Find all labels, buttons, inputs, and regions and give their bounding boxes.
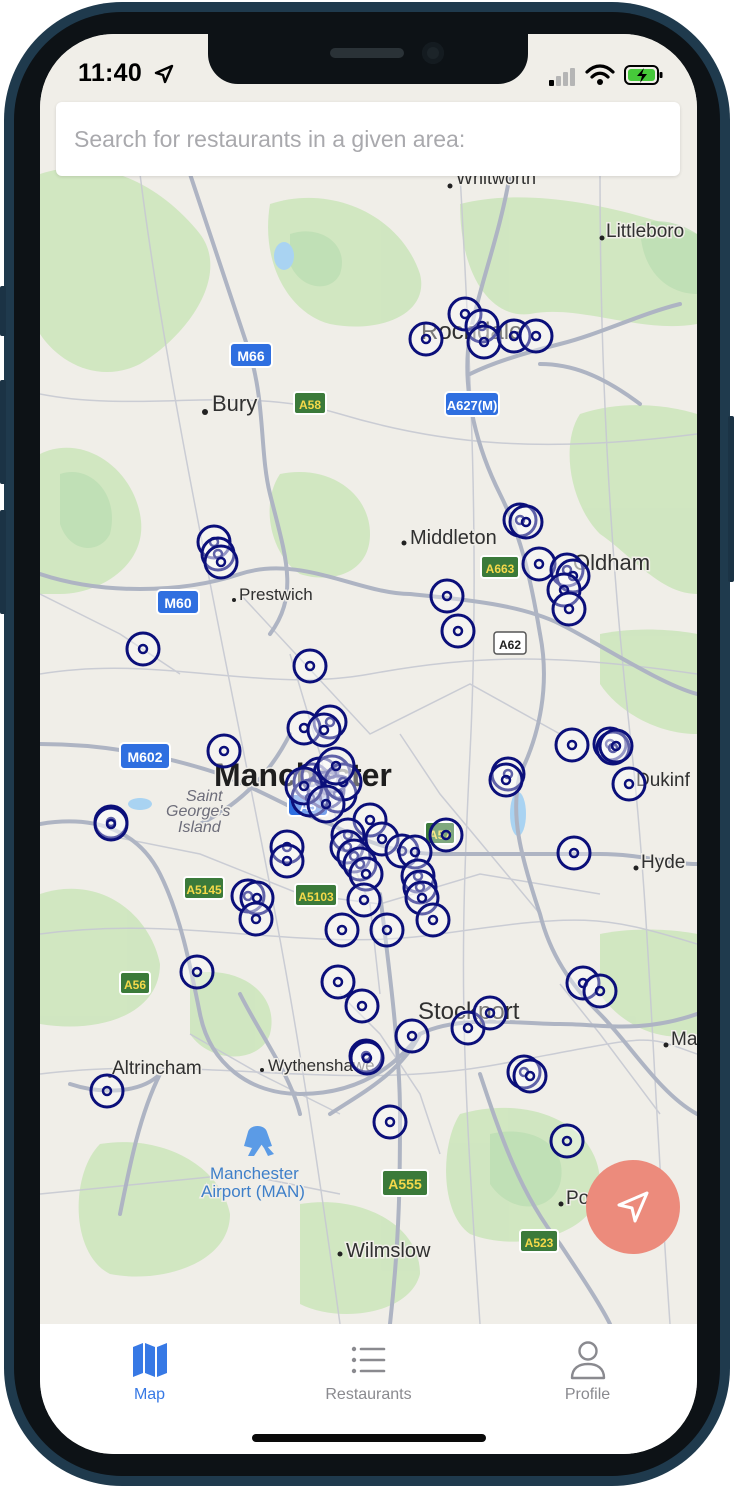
wifi-icon	[585, 64, 615, 85]
search-input[interactable]	[56, 102, 680, 176]
list-icon	[351, 1346, 385, 1374]
place-label-wilmslow: Wilmslow	[346, 1240, 431, 1262]
road-badge-m602: M602	[127, 749, 162, 765]
map-view[interactable]: Whitworth Littleboro Rochdale Bury Middl…	[40, 34, 697, 1324]
road-badge-a56: A56	[124, 978, 146, 992]
tab-restaurants-label: Restaurants	[325, 1386, 412, 1403]
restaurant-marker[interactable]	[125, 631, 161, 667]
restaurant-marker[interactable]	[320, 964, 356, 1000]
road-badge-a5145: A5145	[186, 883, 222, 897]
volume-down-button	[0, 510, 6, 614]
place-label-prestwich: Prestwich	[239, 585, 313, 604]
restaurant-marker[interactable]	[206, 733, 242, 769]
restaurant-marker[interactable]	[269, 843, 305, 879]
restaurant-marker[interactable]	[369, 912, 405, 948]
map-icon	[132, 1343, 167, 1377]
restaurant-marker[interactable]	[472, 995, 508, 1031]
road-badge-a5103: A5103	[298, 890, 334, 904]
restaurant-marker[interactable]	[415, 902, 451, 938]
road-badge-a62: A62	[499, 638, 521, 652]
restaurant-marker[interactable]	[346, 882, 382, 918]
person-icon	[570, 1341, 605, 1380]
road-badge-m66: M66	[237, 348, 264, 364]
restaurant-marker[interactable]	[349, 1040, 385, 1076]
tab-profile[interactable]: Profile	[478, 1324, 697, 1414]
power-button	[728, 416, 734, 582]
place-label-saint-georges-3: Island	[178, 819, 222, 836]
restaurant-marker[interactable]	[89, 1073, 125, 1109]
road-badge-a523: A523	[525, 1236, 554, 1250]
restaurant-marker[interactable]	[344, 988, 380, 1024]
restaurant-marker[interactable]	[512, 1058, 548, 1094]
restaurant-marker[interactable]	[549, 1123, 585, 1159]
restaurant-marker[interactable]	[466, 324, 502, 360]
restaurant-marker[interactable]	[518, 318, 554, 354]
restaurant-marker[interactable]	[554, 727, 590, 763]
road-badge-m60: M60	[164, 595, 191, 611]
restaurant-marker[interactable]	[316, 746, 356, 786]
place-label-middleton: Middleton	[410, 527, 497, 549]
restaurant-marker[interactable]	[582, 973, 618, 1009]
restaurant-marker[interactable]	[428, 817, 464, 853]
restaurant-marker[interactable]	[372, 1104, 408, 1140]
tab-map-label: Map	[133, 1386, 166, 1403]
volume-up-button	[0, 380, 6, 484]
airport-label-1: Manchester	[210, 1164, 299, 1183]
restaurant-marker[interactable]	[598, 728, 634, 764]
restaurant-marker[interactable]	[611, 766, 647, 802]
restaurant-marker[interactable]	[408, 321, 444, 357]
tab-restaurants[interactable]: Restaurants	[259, 1324, 478, 1414]
restaurant-marker[interactable]	[429, 578, 465, 614]
restaurant-marker[interactable]	[306, 784, 346, 824]
notch	[208, 34, 528, 84]
front-camera	[422, 42, 444, 64]
place-label-bury: Bury	[212, 391, 257, 416]
navigation-arrow-icon	[617, 1191, 649, 1223]
place-label-littleborough: Littleboro	[606, 221, 684, 242]
restaurant-marker[interactable]	[551, 591, 587, 627]
restaurant-marker[interactable]	[292, 648, 328, 684]
place-label-marple: Ma	[671, 1029, 697, 1050]
restaurant-marker[interactable]	[324, 912, 360, 948]
restaurant-marker[interactable]	[179, 954, 215, 990]
restaurant-marker[interactable]	[238, 901, 274, 937]
location-arrow-icon	[154, 64, 174, 84]
status-time: 11:40	[78, 59, 143, 87]
restaurant-marker[interactable]	[93, 806, 129, 842]
locate-me-button[interactable]	[586, 1160, 680, 1254]
app-screen: Whitworth Littleboro Rochdale Bury Middl…	[40, 34, 697, 1454]
road-badge-a663: A663	[486, 562, 515, 576]
restaurant-marker[interactable]	[508, 504, 544, 540]
restaurant-marker[interactable]	[306, 712, 342, 748]
airport-label-2: Airport (MAN)	[201, 1182, 305, 1201]
place-label-altrincham: Altrincham	[112, 1058, 202, 1079]
restaurant-marker[interactable]	[394, 1018, 430, 1054]
place-label-saint-georges-2: George's	[166, 803, 230, 820]
cellular-signal-icon	[549, 68, 575, 86]
home-indicator	[252, 1434, 486, 1442]
restaurant-marker[interactable]	[488, 762, 524, 798]
mute-switch	[0, 286, 6, 336]
restaurant-marker[interactable]	[556, 835, 592, 871]
speaker	[330, 48, 404, 58]
restaurant-marker[interactable]	[440, 613, 476, 649]
tab-profile-label: Profile	[564, 1386, 611, 1403]
road-badge-a555: A555	[388, 1176, 422, 1192]
battery-charging-icon	[624, 65, 663, 85]
road-badge-a58: A58	[299, 398, 321, 412]
restaurant-marker[interactable]	[203, 544, 239, 580]
road-badge-a627m: A627(M)	[447, 398, 498, 413]
restaurant-marker[interactable]	[521, 546, 557, 582]
place-label-hyde: Hyde	[641, 852, 685, 873]
tab-map[interactable]: Map	[40, 1324, 259, 1414]
